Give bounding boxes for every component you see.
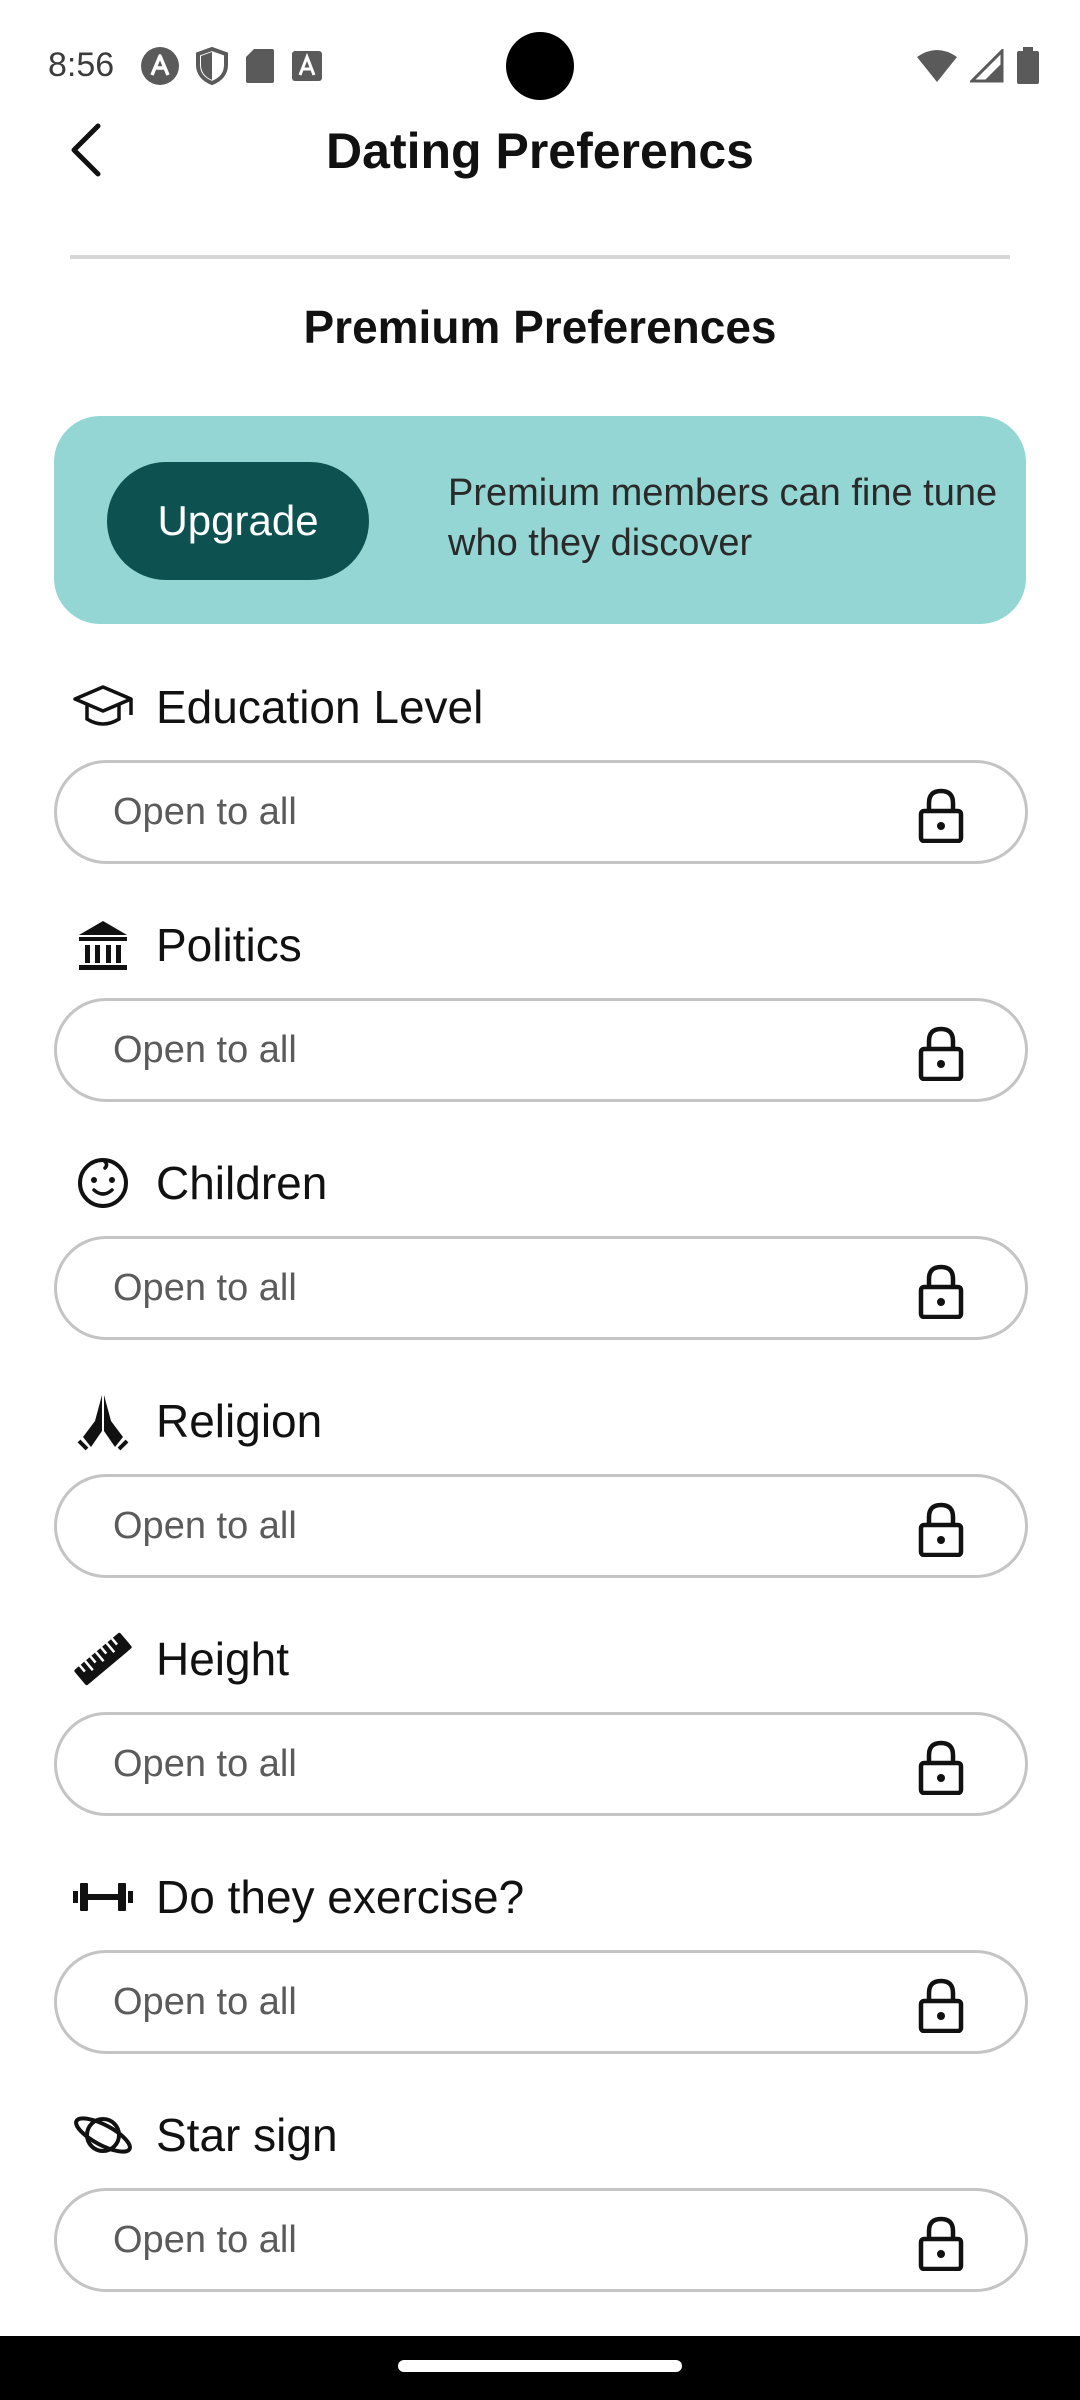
exercise-select[interactable]: Open to all	[54, 1950, 1028, 2054]
pref-header: Religion	[68, 1386, 322, 1456]
star-sign-select[interactable]: Open to all	[54, 2188, 1028, 2292]
front-camera	[506, 32, 574, 100]
pref-header: Education Level	[68, 672, 483, 742]
header-divider	[70, 255, 1010, 259]
keyboard-a-icon	[290, 49, 324, 88]
pref-header: Do they exercise?	[68, 1862, 524, 1932]
pref-value: Open to all	[113, 1029, 297, 1071]
height-select[interactable]: Open to all	[54, 1712, 1028, 1816]
pref-value: Open to all	[113, 791, 297, 833]
pref-politics: Politics Open to all	[0, 910, 1080, 1148]
pref-label: Height	[156, 1633, 289, 1685]
graduation-cap-icon	[68, 672, 138, 742]
upgrade-message: Premium members can fine tune who they d…	[448, 472, 998, 564]
pref-label: Do they exercise?	[156, 1871, 525, 1923]
pref-label: Star sign	[156, 2109, 338, 2161]
lock-icon	[915, 1263, 967, 1320]
lock-icon	[915, 2215, 967, 2272]
pref-label: Education Level	[156, 681, 484, 733]
status-icons-left	[140, 46, 324, 90]
sd-card-icon	[244, 47, 276, 90]
pref-value: Open to all	[113, 1981, 297, 2023]
pref-value: Open to all	[113, 2219, 297, 2261]
status-icons-right	[916, 46, 1040, 90]
upgrade-card: Upgrade Premium members can fine tune wh…	[54, 416, 1026, 624]
children-select[interactable]: Open to all	[54, 1236, 1028, 1340]
upgrade-button[interactable]: Upgrade	[107, 462, 369, 580]
lock-icon	[915, 1977, 967, 2034]
pref-children: Children Open to all	[0, 1148, 1080, 1386]
lock-icon	[915, 787, 967, 844]
signal-icon	[968, 46, 1004, 88]
bank-building-icon	[68, 910, 138, 980]
section-title: Premium Preferences	[303, 301, 777, 353]
pref-header: Height	[68, 1624, 289, 1694]
pref-label: Children	[156, 1157, 328, 1209]
lock-icon	[915, 1739, 967, 1796]
autofill-icon	[140, 46, 180, 91]
wifi-icon	[916, 49, 958, 88]
pref-religion: Religion Open to all	[0, 1386, 1080, 1624]
ruler-icon	[68, 1624, 138, 1694]
system-nav-bar	[0, 2336, 1080, 2400]
preferences-list: Education Level Open to all Politics Ope…	[0, 672, 1080, 2338]
pref-label: Politics	[156, 919, 302, 971]
pref-value: Open to all	[113, 1267, 297, 1309]
education-level-select[interactable]: Open to all	[54, 760, 1028, 864]
status-time: 8:56	[48, 46, 115, 84]
pref-exercise: Do they exercise? Open to all	[0, 1862, 1080, 2100]
shield-icon	[194, 46, 230, 91]
home-gesture-handle[interactable]	[398, 2360, 682, 2372]
header: Dating Preferencs	[0, 100, 1080, 200]
pref-star-sign: Star sign Open to all	[0, 2100, 1080, 2338]
pref-value: Open to all	[113, 1743, 297, 1785]
pref-label: Religion	[156, 1395, 323, 1447]
planet-icon	[68, 2100, 138, 2170]
pref-header: Star sign	[68, 2100, 338, 2170]
page-title: Dating Preferencs	[326, 123, 754, 179]
pref-value: Open to all	[113, 1505, 297, 1547]
pref-header: Children	[68, 1148, 327, 1218]
pref-height: Height Open to all	[0, 1624, 1080, 1862]
religion-select[interactable]: Open to all	[54, 1474, 1028, 1578]
dumbbell-icon	[68, 1862, 138, 1932]
pref-header: Politics	[68, 910, 302, 980]
pref-education-level: Education Level Open to all	[0, 672, 1080, 910]
lock-icon	[915, 1501, 967, 1558]
praying-hands-icon	[68, 1386, 138, 1456]
lock-icon	[915, 1025, 967, 1082]
politics-select[interactable]: Open to all	[54, 998, 1028, 1102]
baby-face-icon	[68, 1148, 138, 1218]
battery-icon	[1016, 46, 1040, 90]
